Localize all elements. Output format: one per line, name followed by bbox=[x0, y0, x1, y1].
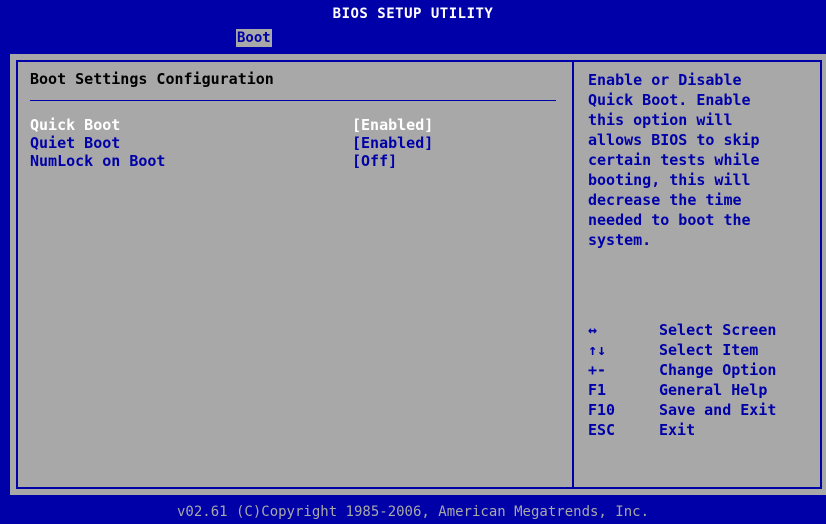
setting-quick-boot[interactable]: Quick Boot [Enabled] bbox=[30, 116, 450, 134]
key-f1: F1 bbox=[588, 381, 607, 399]
key-row-general-help: F1 General Help bbox=[588, 380, 808, 400]
setting-value[interactable]: [Off] bbox=[352, 152, 397, 170]
menu-bar: Boot bbox=[0, 28, 826, 48]
settings-list: Quick Boot [Enabled] Quiet Boot [Enabled… bbox=[30, 116, 450, 170]
setup-panel: Boot Settings Configuration Quick Boot [… bbox=[10, 54, 826, 495]
setting-numlock-on-boot[interactable]: NumLock on Boot [Off] bbox=[30, 152, 450, 170]
panel-divider bbox=[572, 60, 574, 489]
setting-value[interactable]: [Enabled] bbox=[352, 134, 433, 152]
key-description: Change Option bbox=[659, 361, 777, 379]
setting-label: Quick Boot bbox=[30, 116, 121, 134]
plus-minus-icon: +- bbox=[588, 361, 607, 379]
setting-quiet-boot[interactable]: Quiet Boot [Enabled] bbox=[30, 134, 450, 152]
key-row-change-option: +- Change Option bbox=[588, 360, 808, 380]
setting-value[interactable]: [Enabled] bbox=[352, 116, 433, 134]
section-rule bbox=[30, 100, 556, 101]
bios-title: BIOS SETUP UTILITY bbox=[332, 6, 494, 22]
key-description: General Help bbox=[659, 381, 768, 399]
setting-label: NumLock on Boot bbox=[30, 152, 166, 170]
key-row-save-exit: F10 Save and Exit bbox=[588, 400, 808, 420]
key-description: Exit bbox=[659, 421, 696, 439]
key-description: Select Screen bbox=[659, 321, 777, 339]
section-title: Boot Settings Configuration bbox=[30, 70, 274, 88]
bios-title-bar: BIOS SETUP UTILITY bbox=[0, 0, 826, 28]
copyright-footer: v02.61 (C)Copyright 1985-2006, American … bbox=[0, 500, 826, 524]
key-f10: F10 bbox=[588, 401, 616, 419]
tab-boot[interactable]: Boot bbox=[236, 29, 272, 47]
up-down-arrows-icon: ↑↓ bbox=[588, 341, 607, 359]
key-esc: ESC bbox=[588, 421, 616, 439]
key-legend: ↔ Select Screen ↑↓ Select Item +- Change… bbox=[588, 320, 808, 440]
left-right-arrows-icon: ↔ bbox=[588, 321, 598, 339]
key-row-exit: ESC Exit bbox=[588, 420, 808, 440]
key-row-select-item: ↑↓ Select Item bbox=[588, 340, 808, 360]
key-description: Save and Exit bbox=[659, 401, 777, 419]
setting-label: Quiet Boot bbox=[30, 134, 121, 152]
key-description: Select Item bbox=[659, 341, 759, 359]
key-row-select-screen: ↔ Select Screen bbox=[588, 320, 808, 340]
help-text: Enable or Disable Quick Boot. Enable thi… bbox=[588, 71, 760, 249]
copyright-text: v02.61 (C)Copyright 1985-2006, American … bbox=[176, 504, 649, 520]
